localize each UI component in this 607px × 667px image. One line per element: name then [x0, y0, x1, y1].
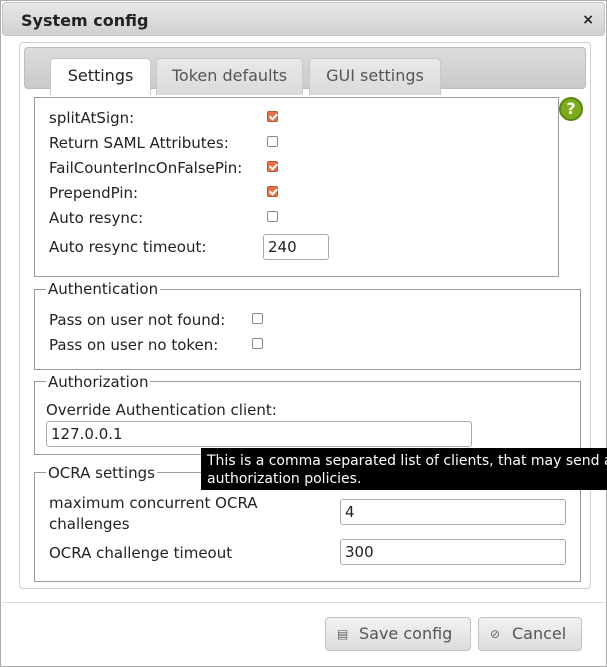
pass-no-token-checkbox[interactable]	[252, 338, 263, 349]
ocra-timeout-input[interactable]: 300	[340, 539, 566, 565]
system-config-dialog: System config × Settings Token defaults …	[0, 0, 607, 667]
tab-gui-settings[interactable]: GUI settings	[309, 58, 441, 95]
save-config-label: Save config	[359, 624, 453, 643]
auto-resync-checkbox[interactable]	[267, 211, 278, 222]
cancel-button[interactable]: ⊘ Cancel	[478, 617, 582, 651]
disk-icon: ▤	[337, 627, 349, 641]
ocra-timeout-label: OCRA challenge timeout	[49, 544, 233, 562]
max-challenges-label-line1: maximum concurrent OCRA	[49, 494, 258, 512]
auto-resync-timeout-label: Auto resync timeout:	[49, 238, 207, 256]
cancel-label: Cancel	[512, 624, 567, 643]
save-config-button[interactable]: ▤ Save config	[325, 617, 471, 651]
prepend-pin-checkbox[interactable]	[267, 186, 278, 197]
split-at-sign-checkbox[interactable]	[267, 111, 278, 122]
tab-token-defaults[interactable]: Token defaults	[156, 58, 303, 95]
pass-no-token-label: Pass on user no token:	[49, 336, 219, 354]
fail-counter-checkbox[interactable]	[267, 161, 278, 172]
fail-counter-label: FailCounterIncOnFalsePin:	[49, 159, 243, 177]
authorization-legend: Authorization	[46, 373, 151, 391]
auto-resync-label: Auto resync:	[49, 209, 144, 227]
override-auth-client-label: Override Authentication client:	[46, 401, 277, 419]
pass-not-found-checkbox[interactable]	[252, 313, 263, 324]
authentication-legend: Authentication	[46, 280, 161, 298]
help-icon[interactable]: ?	[559, 97, 583, 121]
ocra-legend: OCRA settings	[46, 464, 157, 482]
tab-bar: Settings Token defaults GUI settings	[24, 47, 586, 95]
authentication-group	[34, 289, 581, 370]
max-challenges-input[interactable]: 4	[340, 499, 566, 525]
override-auth-client-input[interactable]: 127.0.0.1	[46, 421, 472, 447]
cancel-icon: ⊘	[490, 627, 501, 641]
pass-not-found-label: Pass on user not found:	[49, 311, 226, 329]
return-saml-label: Return SAML Attributes:	[49, 134, 229, 152]
split-at-sign-label: splitAtSign:	[49, 109, 135, 127]
tooltip-line2: authorization policies.	[207, 471, 362, 487]
tooltip: This is a comma separated list of client…	[201, 448, 607, 490]
tooltip-line1: This is a comma separated list of client…	[207, 453, 607, 469]
tab-settings[interactable]: Settings	[50, 58, 151, 95]
prepend-pin-label: PrependPin:	[49, 184, 139, 202]
max-challenges-label-line2: challenges	[49, 515, 130, 533]
button-divider	[2, 602, 606, 603]
dialog-titlebar[interactable]: System config ×	[2, 2, 605, 36]
dialog-title: System config	[21, 11, 149, 30]
close-icon[interactable]: ×	[582, 12, 594, 28]
return-saml-checkbox[interactable]	[267, 136, 278, 147]
auto-resync-timeout-input[interactable]: 240	[263, 234, 329, 260]
